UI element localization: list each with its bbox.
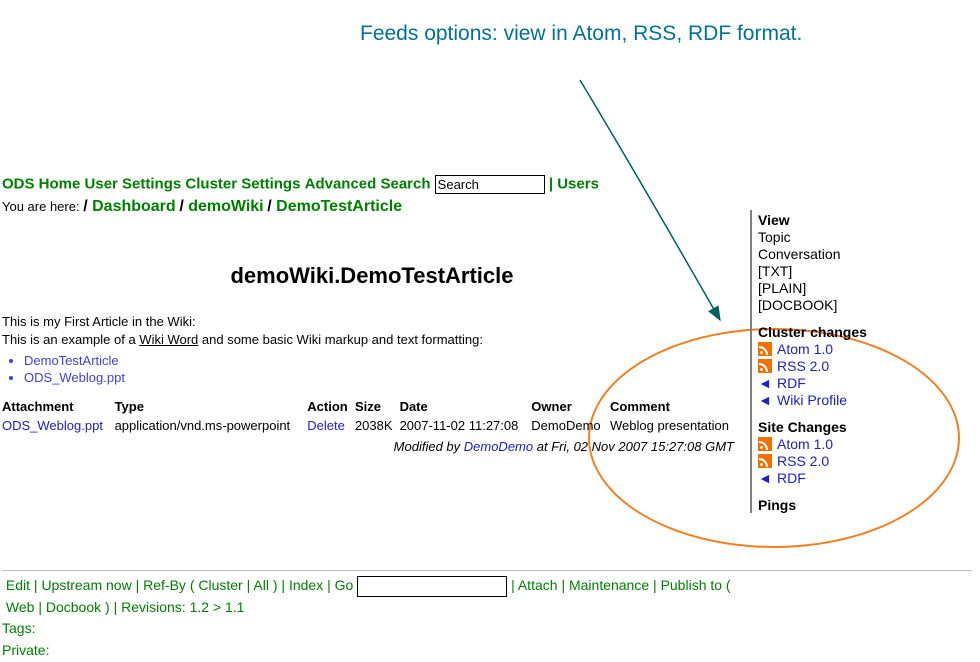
list-item[interactable]: DemoTestArticle	[24, 353, 119, 368]
sidebar-view-topic[interactable]: Topic	[758, 229, 955, 245]
attachment-link[interactable]: ODS_Weblog.ppt	[2, 418, 103, 433]
wiki-word: Wiki Word	[139, 332, 198, 347]
site-atom-link[interactable]: Atom 1.0	[777, 436, 833, 452]
refby-all-link[interactable]: All	[253, 577, 269, 593]
revisions-link[interactable]: Revisions: 1.2 > 1.1	[121, 599, 244, 615]
table-row: ODS_Weblog.ppt application/vnd.ms-powerp…	[2, 416, 742, 435]
site-rss-link[interactable]: RSS 2.0	[777, 453, 829, 469]
sidebar-pings-heading: Pings	[758, 497, 955, 513]
cluster-rss-link[interactable]: RSS 2.0	[777, 358, 829, 374]
col-action: Action	[307, 397, 355, 416]
nav-cluster-settings[interactable]: Cluster Settings	[185, 175, 300, 192]
col-owner: Owner	[531, 397, 610, 416]
col-size: Size	[355, 397, 400, 416]
publish-web-link[interactable]: Web	[6, 599, 35, 615]
rdf-icon: ◄	[758, 470, 772, 486]
tags-label: Tags:	[2, 620, 35, 636]
private-label: Private:	[2, 642, 49, 658]
nav-users[interactable]: Users	[557, 175, 599, 192]
rdf-icon: ◄	[758, 375, 772, 391]
top-nav: ODS Home User Settings Cluster Settings …	[2, 175, 978, 194]
edit-link[interactable]: Edit	[6, 577, 30, 593]
bottom-toolbar: Edit | Upstream now | Ref-By ( Cluster |…	[2, 570, 972, 662]
sidebar-view-conversation[interactable]: Conversation	[758, 246, 955, 262]
sidebar-site-heading: Site Changes	[758, 419, 955, 435]
attach-link[interactable]: Attach	[518, 577, 558, 593]
rss-icon	[758, 454, 772, 468]
table-header-row: Attachment Type Action Size Date Owner C…	[2, 397, 742, 416]
body-line-1: This is my First Article in the Wiki:	[2, 314, 742, 329]
col-type: Type	[115, 397, 308, 416]
breadcrumb: You are here: / Dashboard / demoWiki / D…	[2, 198, 402, 216]
go-label: Go	[335, 577, 354, 593]
site-rdf-link[interactable]: RDF	[777, 470, 806, 486]
col-attachment: Attachment	[2, 397, 115, 416]
search-input[interactable]	[435, 175, 545, 194]
nav-ods-home[interactable]: ODS Home	[2, 175, 80, 192]
rdf-icon: ◄	[758, 392, 772, 408]
col-date: Date	[400, 397, 532, 416]
go-input[interactable]	[357, 576, 507, 597]
breadcrumb-dashboard[interactable]: Dashboard	[92, 198, 176, 215]
attachment-size: 2038K	[355, 416, 400, 435]
sidebar-view-docbook[interactable]: [DOCBOOK]	[758, 297, 955, 313]
delete-link[interactable]: Delete	[307, 418, 345, 433]
maintenance-link[interactable]: Maintenance	[569, 577, 649, 593]
sidebar-view-plain[interactable]: [PLAIN]	[758, 280, 955, 296]
breadcrumb-wiki[interactable]: demoWiki	[188, 198, 263, 215]
wiki-profile-link[interactable]: Wiki Profile	[777, 392, 847, 408]
attachment-date: 2007-11-02 11:27:08	[400, 416, 532, 435]
cluster-atom-link[interactable]: Atom 1.0	[777, 341, 833, 357]
breadcrumb-label: You are here:	[2, 199, 80, 214]
separator: |	[549, 175, 557, 192]
rss-icon	[758, 359, 772, 373]
sidebar-view-heading: View	[758, 212, 955, 228]
attachment-owner: DemoDemo	[531, 416, 610, 435]
sidebar-view-txt[interactable]: [TXT]	[758, 263, 955, 279]
list-item[interactable]: ODS_Weblog.ppt	[24, 370, 125, 385]
refby-label: Ref-By	[143, 577, 186, 593]
body-line-2: This is an example of a Wiki Word and so…	[2, 332, 742, 347]
publish-docbook-link[interactable]: Docbook	[46, 599, 101, 615]
sidebar-cluster-heading: Cluster changes	[758, 324, 955, 340]
rss-icon	[758, 342, 772, 356]
annotation-text: Feeds options: view in Atom, RSS, RDF fo…	[360, 20, 802, 48]
refby-cluster-link[interactable]: Cluster	[198, 577, 242, 593]
upstream-link[interactable]: Upstream now	[41, 577, 131, 593]
publish-label: Publish to	[661, 577, 722, 593]
index-link[interactable]: Index	[289, 577, 323, 593]
attachments-table: Attachment Type Action Size Date Owner C…	[2, 397, 742, 435]
modified-line: Modified by DemoDemo at Fri, 02 Nov 2007…	[2, 439, 734, 454]
wiki-list: DemoTestArticle ODS_Weblog.ppt	[24, 353, 742, 385]
modified-user-link[interactable]: DemoDemo	[464, 439, 533, 454]
nav-advanced-search[interactable]: Advanced Search	[305, 175, 431, 192]
col-comment: Comment	[610, 397, 742, 416]
attachment-type: application/vnd.ms-powerpoint	[115, 416, 308, 435]
rss-icon	[758, 437, 772, 451]
nav-user-settings[interactable]: User Settings	[85, 175, 182, 192]
page-title: demoWiki.DemoTestArticle	[2, 263, 742, 289]
attachment-comment: Weblog presentation	[610, 416, 742, 435]
sidebar: View Topic Conversation [TXT] [PLAIN] [D…	[750, 210, 955, 513]
cluster-rdf-link[interactable]: RDF	[777, 375, 806, 391]
main-content: demoWiki.DemoTestArticle This is my Firs…	[2, 218, 742, 454]
breadcrumb-article[interactable]: DemoTestArticle	[276, 198, 402, 215]
